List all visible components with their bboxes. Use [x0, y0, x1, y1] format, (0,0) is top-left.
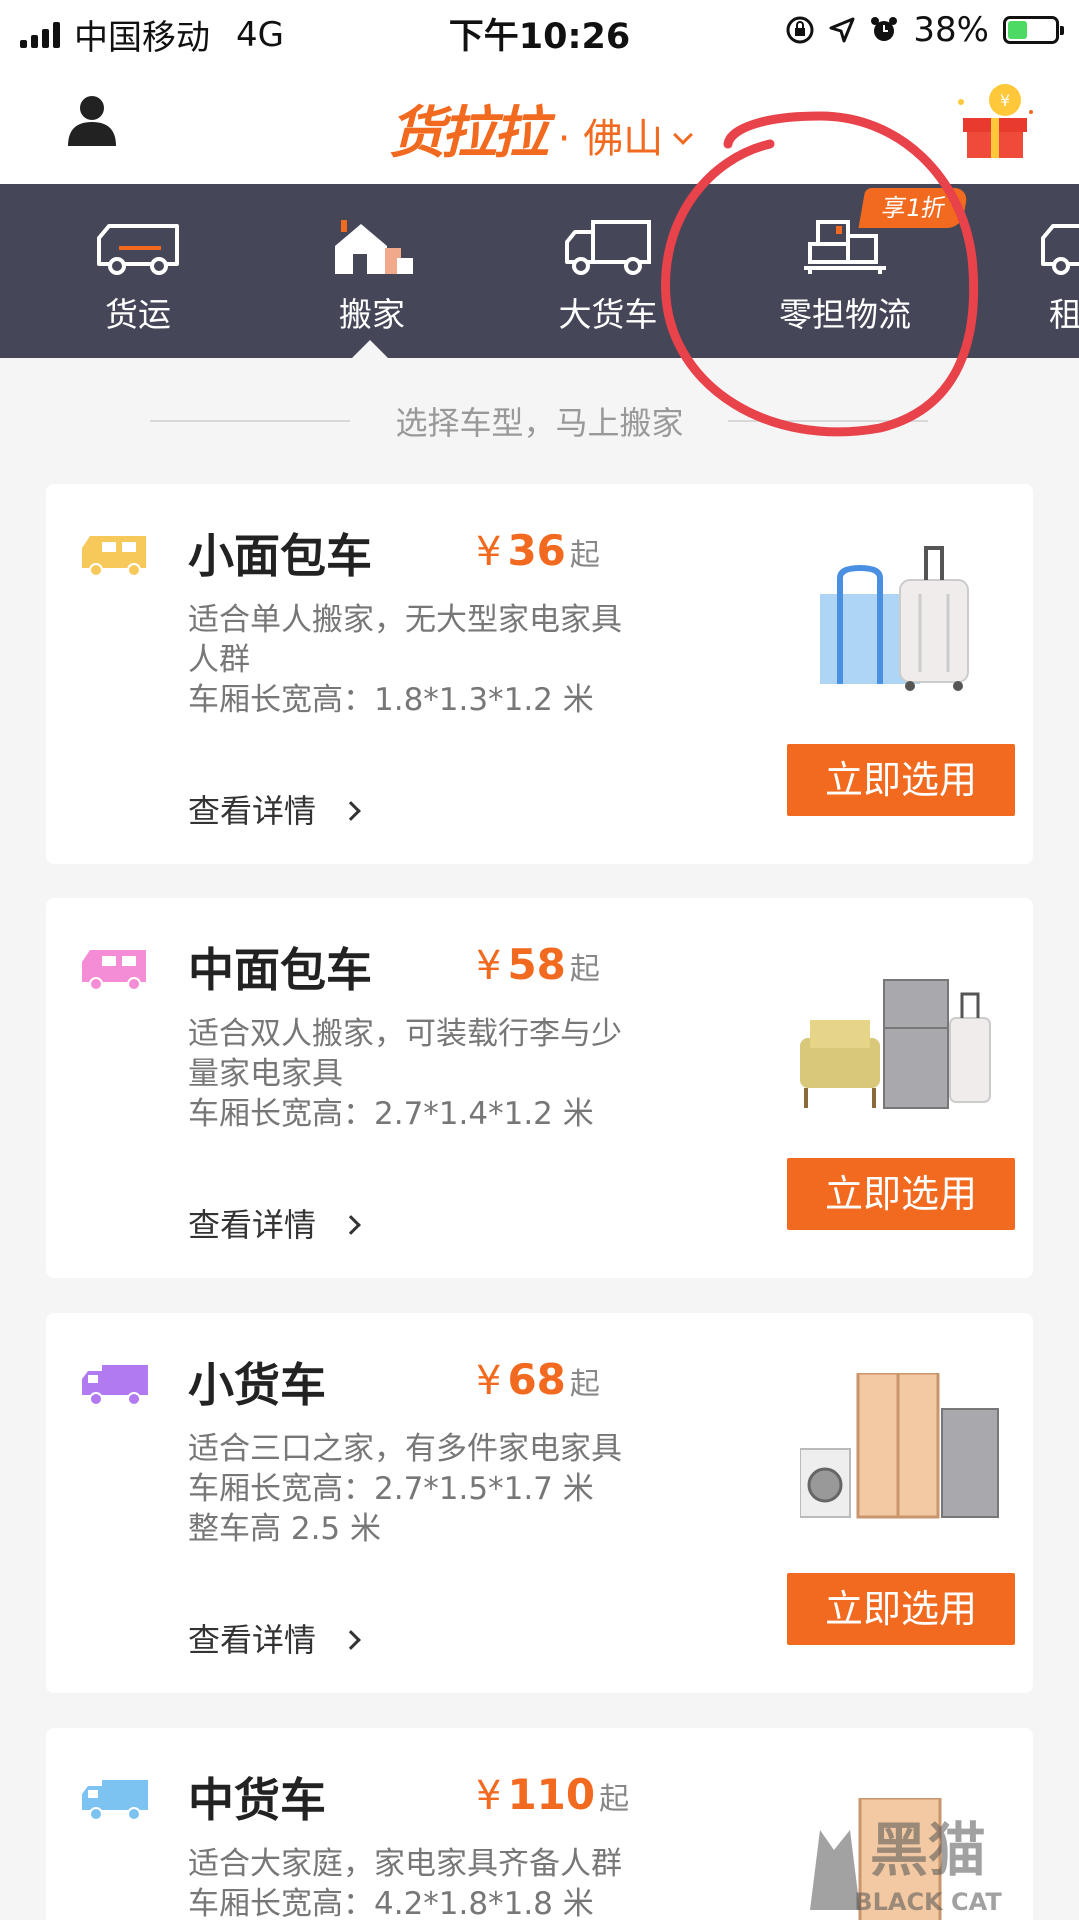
- battery-icon: [1003, 16, 1064, 44]
- vehicle-name: 中面包车: [188, 943, 372, 997]
- vehicle-card-small-van: 小面包车 ¥36 起 适合单人搬家，无大型家电家具 人群 车厢长宽高：1.8*1.…: [46, 484, 1033, 864]
- minivan-icon: [82, 950, 146, 991]
- vehicle-card-medium-van: 中面包车 ¥58 起 适合双人搬家，可装载行李与少 量家电家具 车厢长宽高：2.7…: [46, 898, 1033, 1278]
- view-details-link[interactable]: 查看详情: [188, 786, 361, 832]
- price-suffix: 起: [599, 1782, 630, 1817]
- price-value: 68: [507, 1355, 566, 1404]
- currency-symbol: ¥: [476, 1773, 502, 1819]
- tab-moving[interactable]: 搬家: [272, 184, 472, 358]
- select-vehicle-button[interactable]: 立即选用: [787, 744, 1015, 816]
- brand-city-selector[interactable]: 货拉拉 · 佛山: [0, 88, 1079, 169]
- minivan-icon: [82, 536, 146, 577]
- tab-rent-buy[interactable]: 租买: [982, 184, 1079, 358]
- status-right: 38%: [785, 10, 1064, 50]
- vehicle-name: 小货车: [188, 1358, 326, 1412]
- alarm-icon: [871, 17, 898, 41]
- app-logo: 货拉拉: [388, 101, 549, 166]
- tab-freight[interactable]: 货运: [38, 184, 238, 358]
- watermark-subtext: BLACK CAT: [854, 1888, 1002, 1916]
- desc-line: 人群: [188, 642, 250, 678]
- tab-big-truck[interactable]: 大货车: [508, 184, 708, 358]
- location-icon: [829, 17, 855, 43]
- desc-line: 整车高 2.5 米: [188, 1511, 382, 1547]
- vehicle-name: 小面包车: [188, 529, 372, 583]
- status-bar: 中国移动 4G 下午10:26 38%: [0, 0, 1079, 60]
- price-value: 110: [507, 1770, 596, 1819]
- details-label: 查看详情: [188, 1621, 317, 1659]
- view-details-link[interactable]: 查看详情: [188, 1615, 361, 1661]
- price-value: 58: [507, 940, 566, 989]
- furniture-illustration: [800, 979, 991, 1109]
- select-vehicle-button[interactable]: 立即选用: [787, 1573, 1015, 1645]
- discount-badge: 享1折: [858, 188, 969, 228]
- van-icon: [1041, 224, 1079, 275]
- select-vehicle-button[interactable]: 立即选用: [787, 1158, 1015, 1230]
- app-header: 货拉拉 · 佛山 ¥: [0, 60, 1079, 184]
- desc-line: 车厢长宽高：4.2*1.8*1.8 米: [188, 1886, 594, 1920]
- currency-symbol: ¥: [476, 529, 502, 575]
- tab-label: 搬家: [339, 295, 405, 334]
- small-truck-icon: [82, 1365, 148, 1406]
- vehicle-price: ¥110 起: [476, 1770, 629, 1819]
- details-label: 查看详情: [188, 1206, 317, 1244]
- tab-label: 零担物流: [779, 295, 911, 334]
- vehicle-description: 适合单人搬家，无大型家电家具 人群 车厢长宽高：1.8*1.3*1.2 米: [188, 600, 708, 720]
- price-value: 36: [507, 526, 566, 575]
- currency-symbol: ¥: [476, 1358, 502, 1404]
- watermark-text: 黑猫: [870, 1816, 986, 1884]
- vehicle-description: 适合大家庭，家电家具齐备人群 车厢长宽高：4.2*1.8*1.8 米: [188, 1844, 708, 1920]
- appliances-illustration: [800, 1373, 999, 1519]
- house-icon: [335, 220, 413, 274]
- vehicle-price: ¥36 起: [476, 526, 600, 575]
- vehicle-name: 中货车: [188, 1773, 326, 1827]
- currency-symbol: ¥: [476, 943, 502, 989]
- desc-line: 车厢长宽高：2.7*1.5*1.7 米: [188, 1471, 594, 1507]
- orientation-lock-icon: [786, 16, 814, 44]
- vehicle-price: ¥58 起: [476, 940, 600, 989]
- desc-line: 适合大家庭，家电家具齐备人群: [188, 1846, 622, 1882]
- tab-label: 大货车: [558, 295, 658, 334]
- price-suffix: 起: [569, 952, 600, 987]
- watermark-logo: 黑猫 BLACK CAT: [810, 1816, 1002, 1916]
- divider: [728, 420, 928, 422]
- city-label[interactable]: · 佛山: [558, 116, 663, 162]
- vehicle-description: 适合双人搬家，可装载行李与少 量家电家具 车厢长宽高：2.7*1.4*1.2 米: [188, 1014, 708, 1134]
- vehicle-card-small-truck: 小货车 ¥68 起 适合三口之家，有多件家电家具 车厢长宽高：2.7*1.5*1.…: [46, 1313, 1033, 1693]
- desc-line: 适合三口之家，有多件家电家具: [188, 1431, 622, 1467]
- chevron-right-icon: [341, 1630, 361, 1650]
- desc-line: 车厢长宽高：2.7*1.4*1.2 米: [188, 1096, 594, 1132]
- desc-line: 适合单人搬家，无大型家电家具: [188, 602, 622, 638]
- vehicle-price: ¥68 起: [476, 1355, 600, 1404]
- chevron-right-icon: [341, 801, 361, 821]
- van-icon: [97, 224, 179, 275]
- svg-text:¥: ¥: [1000, 91, 1010, 110]
- tab-label: 租买: [1049, 295, 1079, 334]
- tab-label: 货运: [105, 295, 171, 334]
- desc-line: 适合双人搬家，可装载行李与少: [188, 1016, 622, 1052]
- active-tab-pointer: [352, 340, 388, 358]
- desc-line: 车厢长宽高：1.8*1.3*1.2 米: [188, 682, 594, 718]
- vehicle-description: 适合三口之家，有多件家电家具 车厢长宽高：2.7*1.5*1.7 米 整车高 2…: [188, 1429, 708, 1549]
- medium-truck-icon: [82, 1780, 148, 1821]
- details-label: 查看详情: [188, 792, 317, 830]
- price-suffix: 起: [569, 1367, 600, 1402]
- price-suffix: 起: [569, 538, 600, 573]
- chevron-right-icon: [341, 1215, 361, 1235]
- chevron-down-icon: [673, 125, 694, 145]
- truck-icon: [565, 220, 651, 275]
- gift-icon[interactable]: ¥: [953, 78, 1035, 160]
- view-details-link[interactable]: 查看详情: [188, 1200, 361, 1246]
- battery-percent: 38%: [913, 10, 989, 50]
- desc-line: 量家电家具: [188, 1056, 343, 1092]
- luggage-illustration: [820, 546, 969, 691]
